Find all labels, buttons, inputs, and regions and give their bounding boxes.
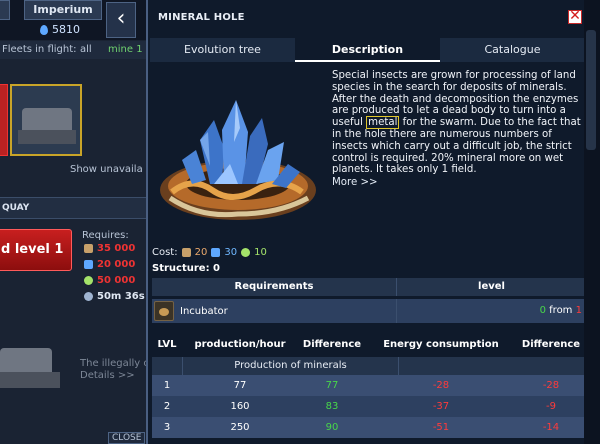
requirements-table: Requirements level Incubator 0 from 1 <box>152 278 586 323</box>
building-card-partial[interactable] <box>0 84 8 156</box>
tab-imperium[interactable]: Imperium <box>24 0 102 20</box>
close-button-bg[interactable]: CLOSE <box>108 432 146 444</box>
fleets-bar: Fleets in flight: all mine 1 <box>0 41 148 59</box>
upgrade-button[interactable]: d level 1 <box>0 229 72 271</box>
section-header: QUAY <box>0 197 148 219</box>
requirements-header: Requirements level <box>152 278 586 296</box>
highlight-metal: metal <box>366 116 400 130</box>
crystal-icon <box>84 260 93 269</box>
more-link[interactable]: More >> <box>332 177 584 189</box>
production-rows: 1 77 77 -28 -28 2 160 83 -37 -9 3 250 90… <box>152 375 586 438</box>
production-table: LVL production/hour Difference Energy co… <box>152 333 586 438</box>
gas-icon <box>84 276 93 285</box>
structure-level: Structure: 0 <box>152 263 221 274</box>
req-metal: 35 000 <box>84 243 135 254</box>
building-description: Special insects are grown for processing… <box>332 70 584 189</box>
building-image-quay <box>0 338 70 400</box>
production-subheader: Production of minerals <box>152 357 586 375</box>
building-roof <box>22 108 72 130</box>
dialog-header: MINERAL HOLE ✕ <box>148 0 586 38</box>
close-icon: ✕ <box>569 8 581 24</box>
fleets-mine-link[interactable]: mine 1 <box>108 44 143 55</box>
mineral-hole-image <box>160 100 316 220</box>
crystal-icon <box>211 248 221 257</box>
tab-evolution-tree[interactable]: Evolution tree <box>150 38 295 62</box>
cost-gas: 10 <box>254 247 267 258</box>
cost-row: Cost: 20 30 10 <box>152 247 267 258</box>
cost-crystal: 30 <box>224 247 238 258</box>
back-button[interactable]: ‹ <box>106 2 136 38</box>
cost-label: Cost: <box>152 247 178 258</box>
requirement-row: Incubator 0 from 1 <box>152 299 586 323</box>
table-row: 3 250 90 -51 -14 <box>152 417 586 438</box>
fleets-label: Fleets in flight: <box>2 44 77 55</box>
requires-label: Requires: <box>82 230 129 241</box>
incubator-icon[interactable] <box>154 301 174 321</box>
resource-value: 5810 <box>52 23 80 36</box>
building-description-snippet: The illegally cr Details >> <box>80 358 148 382</box>
metal-icon <box>181 248 191 257</box>
page-scrollbar[interactable] <box>584 0 600 444</box>
gas-icon <box>241 248 251 257</box>
drop-icon <box>40 24 48 35</box>
mineral-hole-dialog: MINERAL HOLE ✕ Evolution tree Descriptio… <box>146 0 588 444</box>
metal-icon <box>84 244 93 253</box>
back-arrow-icon: ‹ <box>116 6 126 31</box>
req-time: 50m 36s <box>84 291 145 302</box>
requirement-level: 0 from 1 <box>396 299 586 323</box>
resource-counter: 5810 <box>40 23 80 36</box>
clock-icon <box>84 292 93 301</box>
background-screen: Imperium ‹ 5810 Fleets in flight: all mi… <box>0 0 148 444</box>
dialog-title: MINERAL HOLE <box>158 12 245 23</box>
production-header: LVL production/hour Difference Energy co… <box>157 339 581 350</box>
table-row: 2 160 83 -37 -9 <box>152 396 586 417</box>
scroll-thumb[interactable] <box>586 30 596 150</box>
req-crystal: 20 000 <box>84 259 135 270</box>
show-unavailable-link[interactable]: Show unavaila <box>70 164 143 175</box>
requirement-name[interactable]: Incubator <box>180 306 228 317</box>
fleets-all-link[interactable]: all <box>80 44 92 55</box>
building-base <box>18 130 76 144</box>
req-gas: 50 000 <box>84 275 135 286</box>
table-row: 1 77 77 -28 -28 <box>152 375 586 396</box>
details-link[interactable]: Details >> <box>80 370 148 382</box>
tab-left[interactable] <box>0 0 10 20</box>
tab-catalogue[interactable]: Catalogue <box>440 38 585 62</box>
dialog-tabs: Evolution tree Description Catalogue <box>150 38 586 62</box>
cost-metal: 20 <box>194 247 208 258</box>
tab-description[interactable]: Description <box>295 38 440 62</box>
close-button[interactable]: ✕ <box>568 8 582 24</box>
building-card-selected[interactable] <box>10 84 82 156</box>
